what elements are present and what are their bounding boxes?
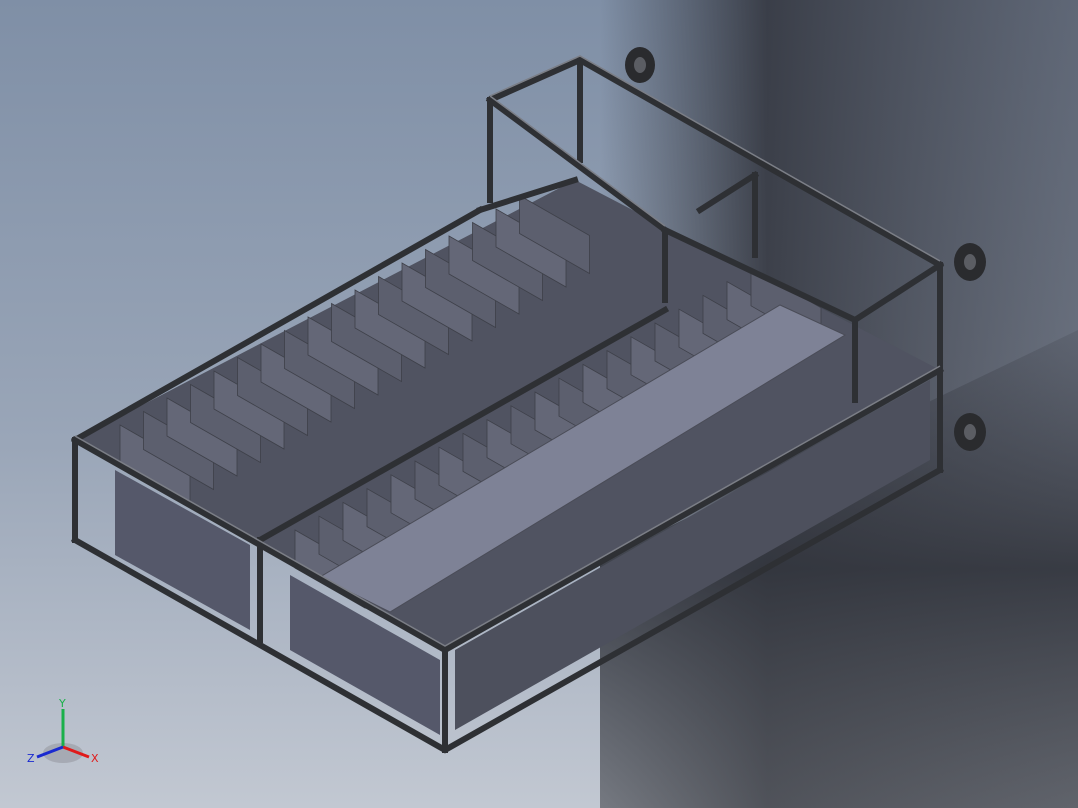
caster-wheel-top (625, 47, 655, 83)
caster-wheel-bottom (954, 413, 986, 451)
z-axis-label: Z (27, 752, 35, 765)
coordinate-triad: Y X Z (27, 697, 99, 765)
x-axis-label: X (91, 752, 99, 765)
caster-wheel-middle (954, 243, 986, 281)
3d-viewport[interactable]: Y X Z (0, 0, 1078, 808)
rack-assembly-model[interactable] (0, 0, 1078, 808)
y-axis-label: Y (58, 697, 66, 710)
